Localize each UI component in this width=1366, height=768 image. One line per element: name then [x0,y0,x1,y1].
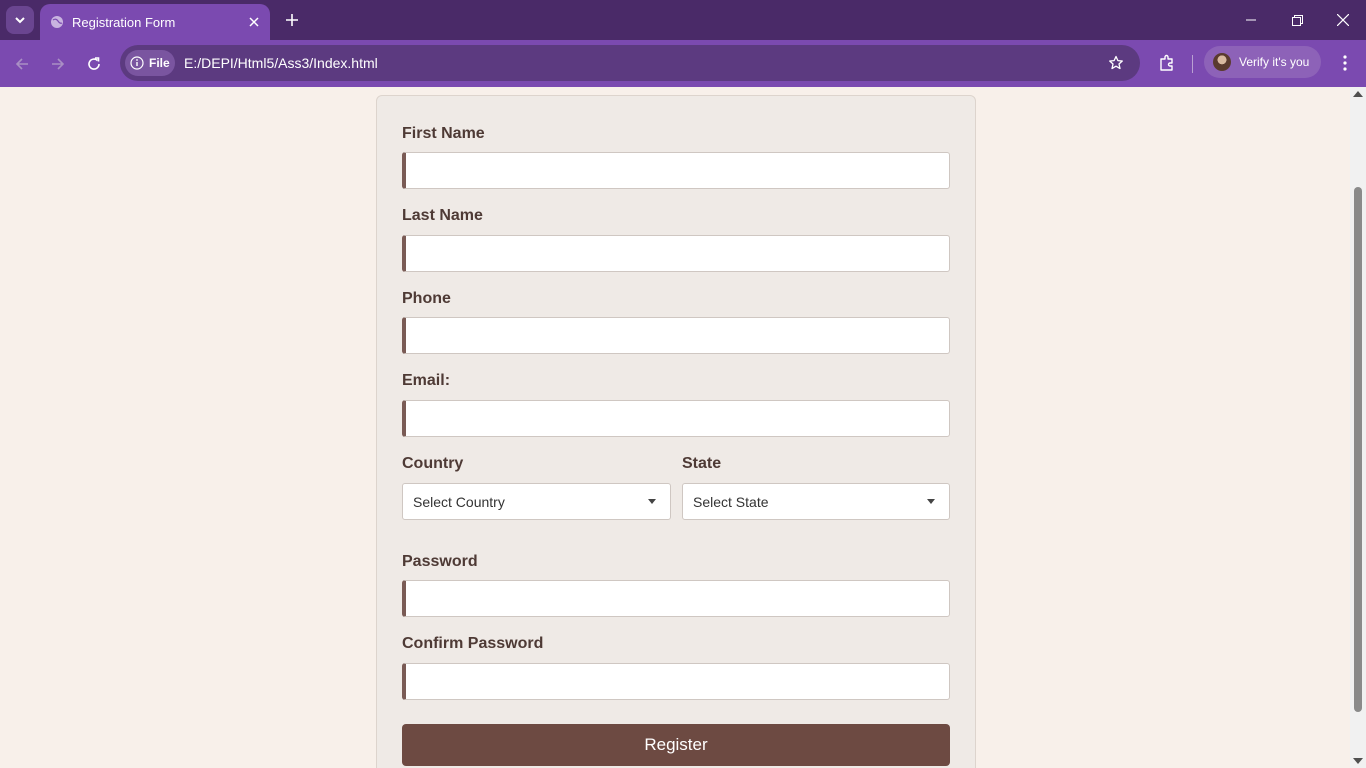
close-tab-button[interactable] [244,12,264,32]
tab-search-button[interactable] [6,6,34,34]
country-select[interactable]: Select Country [402,483,671,520]
tab-title: Registration Form [72,14,176,30]
phone-input[interactable] [402,317,950,354]
forward-button[interactable] [44,50,72,78]
back-icon [15,58,28,70]
last-name-input[interactable] [402,235,950,272]
page-scrollbar[interactable] [1350,87,1366,768]
extensions-button[interactable] [1154,50,1180,76]
minimize-icon [1246,19,1256,21]
phone-label: Phone [402,290,451,307]
close-icon [1337,14,1349,26]
email-label: Email: [402,372,451,389]
star-icon [1109,55,1123,70]
password-input[interactable] [402,580,950,617]
tab-strip: Registration Form [0,0,1366,40]
registration-form: First Name Last Name Phone Email: Countr… [376,95,976,768]
dropdown-arrow-icon [648,499,656,504]
browser-toolbar: File E:/DEPI/Html5/Ass3/Index.html Verif… [0,40,1366,87]
reload-button[interactable] [80,50,108,78]
country-select-value: Select Country [413,493,505,510]
confirm-password-input[interactable] [402,663,950,700]
page-viewport: First Name Last Name Phone Email: Countr… [0,87,1350,768]
site-chip-label: File [149,56,170,70]
info-icon [130,56,144,70]
plus-icon [286,14,298,26]
close-window-button[interactable] [1320,0,1366,40]
register-button[interactable]: Register [402,724,950,766]
browser-menu-button[interactable] [1332,50,1358,76]
state-select[interactable]: Select State [682,483,950,520]
url-text[interactable]: E:/DEPI/Html5/Ass3/Index.html [184,55,378,71]
bookmark-button[interactable] [1106,53,1126,73]
reload-icon [88,57,100,70]
close-icon [249,17,259,27]
back-button[interactable] [8,50,36,78]
first-name-label: First Name [402,125,485,142]
toolbar-divider [1192,55,1193,73]
extensions-icon [1160,54,1173,71]
new-tab-button[interactable] [280,8,304,32]
state-label: State [682,455,722,472]
more-vert-icon [1343,55,1347,71]
site-info-chip[interactable]: File [125,50,175,76]
scrollbar-thumb[interactable] [1354,187,1362,712]
dropdown-arrow-icon [927,499,935,504]
restore-icon [1291,14,1303,26]
password-label: Password [402,553,478,570]
profile-button[interactable]: Verify it's you [1204,46,1321,78]
confirm-password-label: Confirm Password [402,635,544,652]
minimize-button[interactable] [1228,0,1274,40]
email-input[interactable] [402,400,950,437]
first-name-input[interactable] [402,152,950,189]
globe-icon [50,15,64,29]
avatar [1213,53,1231,71]
address-bar[interactable]: File E:/DEPI/Html5/Ass3/Index.html [120,45,1140,81]
tab-registration-form[interactable]: Registration Form [40,4,270,40]
forward-icon [52,58,65,70]
scroll-up-arrow-icon[interactable] [1353,91,1363,97]
state-select-value: Select State [693,493,769,510]
chevron-down-icon [15,17,25,24]
profile-label: Verify it's you [1239,55,1310,69]
restore-button[interactable] [1274,0,1320,40]
country-label: Country [402,455,464,472]
scroll-down-arrow-icon[interactable] [1353,758,1363,764]
last-name-label: Last Name [402,207,483,224]
